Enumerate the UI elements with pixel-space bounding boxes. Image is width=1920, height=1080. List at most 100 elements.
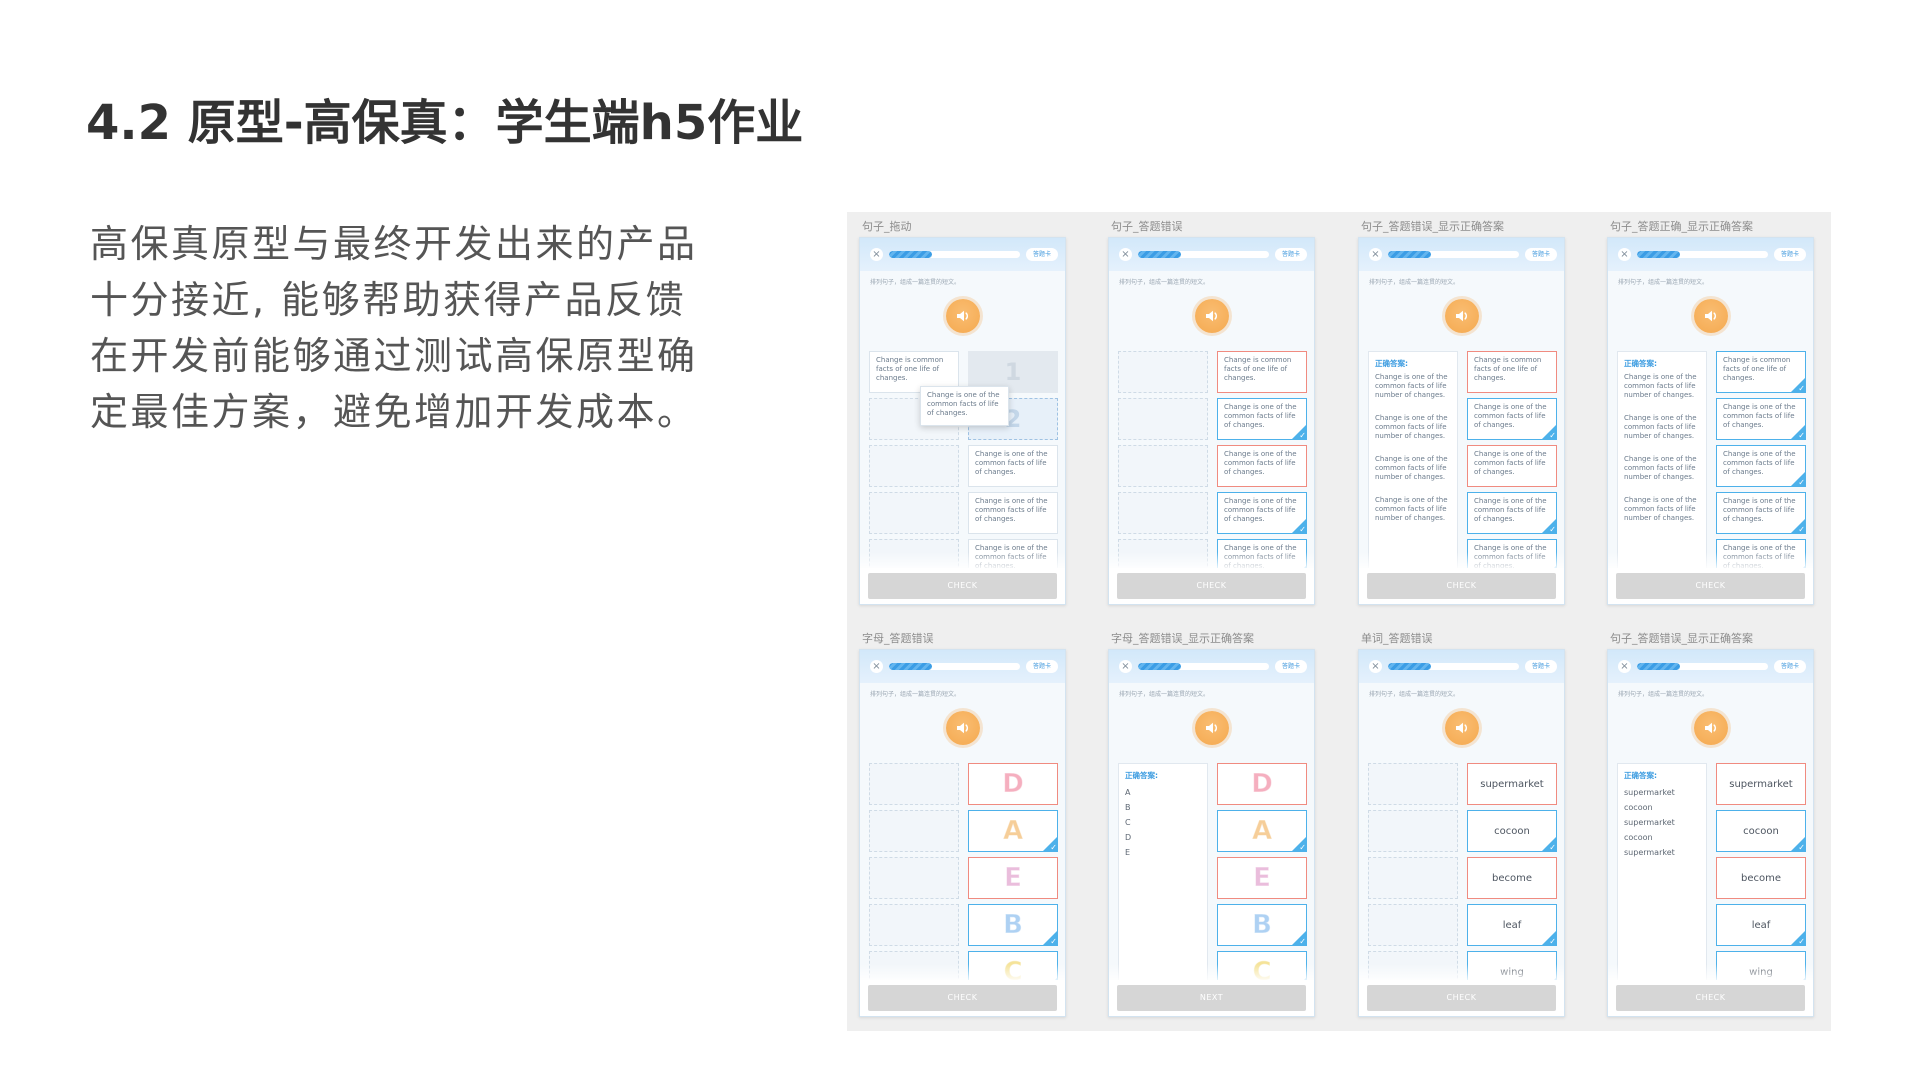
- audio-play-button[interactable]: [1445, 711, 1479, 745]
- audio-play-button[interactable]: [1445, 299, 1479, 333]
- check-button[interactable]: CHECK: [868, 985, 1057, 1011]
- close-icon[interactable]: ×: [1618, 660, 1631, 673]
- sentence-card[interactable]: Change is one of the common facts of lif…: [1217, 539, 1307, 568]
- sentence-card[interactable]: Change is one of the common facts of lif…: [968, 539, 1058, 568]
- close-icon[interactable]: ×: [1119, 248, 1132, 261]
- answer-slot[interactable]: [869, 445, 959, 487]
- progress-bar: [1388, 663, 1519, 670]
- answer-sheet-button[interactable]: 答题卡: [1525, 248, 1557, 261]
- audio-play-button[interactable]: [1694, 299, 1728, 333]
- sentence-card[interactable]: Change is one of the common facts of lif…: [1217, 492, 1307, 534]
- check-button[interactable]: CHECK: [1367, 985, 1556, 1011]
- sentence-card[interactable]: Change is one of the common facts of lif…: [968, 492, 1058, 534]
- close-icon[interactable]: ×: [1119, 660, 1132, 673]
- answer-slot[interactable]: [1118, 445, 1208, 487]
- answer-slot[interactable]: [869, 951, 959, 980]
- check-button[interactable]: CHECK: [1616, 573, 1805, 599]
- word-card[interactable]: become: [1467, 857, 1557, 899]
- answer-slot[interactable]: [1368, 857, 1458, 899]
- sentence-card[interactable]: Change is one of the common facts of lif…: [1467, 539, 1557, 568]
- close-icon[interactable]: ×: [1369, 660, 1382, 673]
- letter-card[interactable]: C✓: [1217, 951, 1307, 980]
- word-card[interactable]: cocoon ✓: [1467, 810, 1557, 852]
- audio-play-button[interactable]: [1694, 711, 1728, 745]
- answer-sheet-button[interactable]: 答题卡: [1026, 248, 1058, 261]
- word-card[interactable]: become: [1716, 857, 1806, 899]
- answer-slot[interactable]: [1118, 492, 1208, 534]
- close-icon[interactable]: ×: [870, 248, 883, 261]
- answer-slot[interactable]: [1368, 951, 1458, 980]
- sentence-card[interactable]: Change is one of the common facts of lif…: [1467, 492, 1557, 534]
- sentence-card[interactable]: Change is one of the common facts of lif…: [1467, 445, 1557, 487]
- audio-play-button[interactable]: [946, 711, 980, 745]
- answer-sheet-button[interactable]: 答题卡: [1774, 660, 1806, 673]
- screen-header: × 答题卡: [1359, 238, 1564, 271]
- letter-card[interactable]: B ✓: [968, 904, 1058, 946]
- word-card[interactable]: leaf ✓: [1716, 904, 1806, 946]
- sentence-card[interactable]: Change is one of the common facts of lif…: [1467, 398, 1557, 440]
- sentence-card[interactable]: Change is one of the common facts of lif…: [1716, 539, 1806, 568]
- audio-play-button[interactable]: [946, 299, 980, 333]
- answer-sheet-button[interactable]: 答题卡: [1525, 660, 1557, 673]
- answer-sheet-button[interactable]: 答题卡: [1774, 248, 1806, 261]
- letter-card[interactable]: E: [1217, 857, 1307, 899]
- letter-card[interactable]: E: [968, 857, 1058, 899]
- sentence-card[interactable]: Change is common facts of one life of ch…: [1467, 351, 1557, 393]
- letter-card[interactable]: D: [968, 763, 1058, 805]
- check-button[interactable]: CHECK: [1616, 985, 1805, 1011]
- left-column: 正确答案: Change is one of the common facts o…: [1617, 351, 1707, 568]
- answer-slot[interactable]: [869, 857, 959, 899]
- answer-slot[interactable]: [1118, 351, 1208, 393]
- left-column: [1118, 351, 1208, 568]
- word-card[interactable]: cocoon ✓: [1716, 810, 1806, 852]
- answer-slot[interactable]: [869, 492, 959, 534]
- answer-slot[interactable]: [1118, 539, 1208, 568]
- answer-slot[interactable]: [1368, 763, 1458, 805]
- dragging-sentence-card[interactable]: Change is one of the common facts of lif…: [920, 386, 1009, 426]
- check-icon: ✓: [1291, 977, 1307, 980]
- close-icon[interactable]: ×: [1369, 248, 1382, 261]
- letter-card[interactable]: B ✓: [1217, 904, 1307, 946]
- sentence-card-text: Change is common facts of one life of ch…: [1723, 356, 1791, 382]
- sentence-card[interactable]: Change is one of the common facts of lif…: [1217, 445, 1307, 487]
- answer-slot[interactable]: [1368, 904, 1458, 946]
- audio-play-button[interactable]: [1195, 711, 1229, 745]
- correct-answer-item: Change is one of the common facts of lif…: [1375, 455, 1448, 481]
- word-card[interactable]: wing ✓: [1716, 951, 1806, 980]
- answer-slot[interactable]: [869, 539, 959, 568]
- correct-answer-panel: 正确答案: A B C D E: [1118, 763, 1208, 980]
- word-card[interactable]: supermarket: [1467, 763, 1557, 805]
- answer-slot[interactable]: [869, 810, 959, 852]
- sentence-card[interactable]: Change is one of the common facts of lif…: [1716, 492, 1806, 534]
- answer-slot[interactable]: [1368, 810, 1458, 852]
- sentence-card[interactable]: Change is one of the common facts of lif…: [1217, 398, 1307, 440]
- sentence-card[interactable]: Change is common facts of one life of ch…: [1716, 351, 1806, 393]
- answer-slot[interactable]: [869, 904, 959, 946]
- letter-card[interactable]: A ✓: [968, 810, 1058, 852]
- check-button[interactable]: CHECK: [1367, 573, 1556, 599]
- answer-slot[interactable]: [1118, 398, 1208, 440]
- audio-play-button[interactable]: [1195, 299, 1229, 333]
- sentence-card[interactable]: Change is one of the common facts of lif…: [1716, 398, 1806, 440]
- word-card[interactable]: wing ✓: [1467, 951, 1557, 980]
- sentence-card[interactable]: Change is one of the common facts of lif…: [968, 445, 1058, 487]
- letter-card[interactable]: D: [1217, 763, 1307, 805]
- answer-sheet-button[interactable]: 答题卡: [1275, 660, 1307, 673]
- sentence-card[interactable]: Change is one of the common facts of lif…: [1716, 445, 1806, 487]
- sentence-card[interactable]: Change is common facts of one life of ch…: [1217, 351, 1307, 393]
- next-button[interactable]: NEXT: [1117, 985, 1306, 1011]
- word-card[interactable]: supermarket: [1716, 763, 1806, 805]
- letter-card[interactable]: C✓: [968, 951, 1058, 980]
- check-button[interactable]: CHECK: [868, 573, 1057, 599]
- answer-sheet-button[interactable]: 答题卡: [1026, 660, 1058, 673]
- sentence-card-text: Change is common facts of one life of ch…: [1474, 356, 1542, 382]
- close-icon[interactable]: ×: [1618, 248, 1631, 261]
- letter-card[interactable]: A ✓: [1217, 810, 1307, 852]
- letter-card-text: B: [1252, 910, 1273, 941]
- answer-slot[interactable]: [869, 763, 959, 805]
- answer-area: 正确答案: Change is one of the common facts o…: [1608, 351, 1813, 568]
- close-icon[interactable]: ×: [870, 660, 883, 673]
- check-button[interactable]: CHECK: [1117, 573, 1306, 599]
- word-card[interactable]: leaf ✓: [1467, 904, 1557, 946]
- answer-sheet-button[interactable]: 答题卡: [1275, 248, 1307, 261]
